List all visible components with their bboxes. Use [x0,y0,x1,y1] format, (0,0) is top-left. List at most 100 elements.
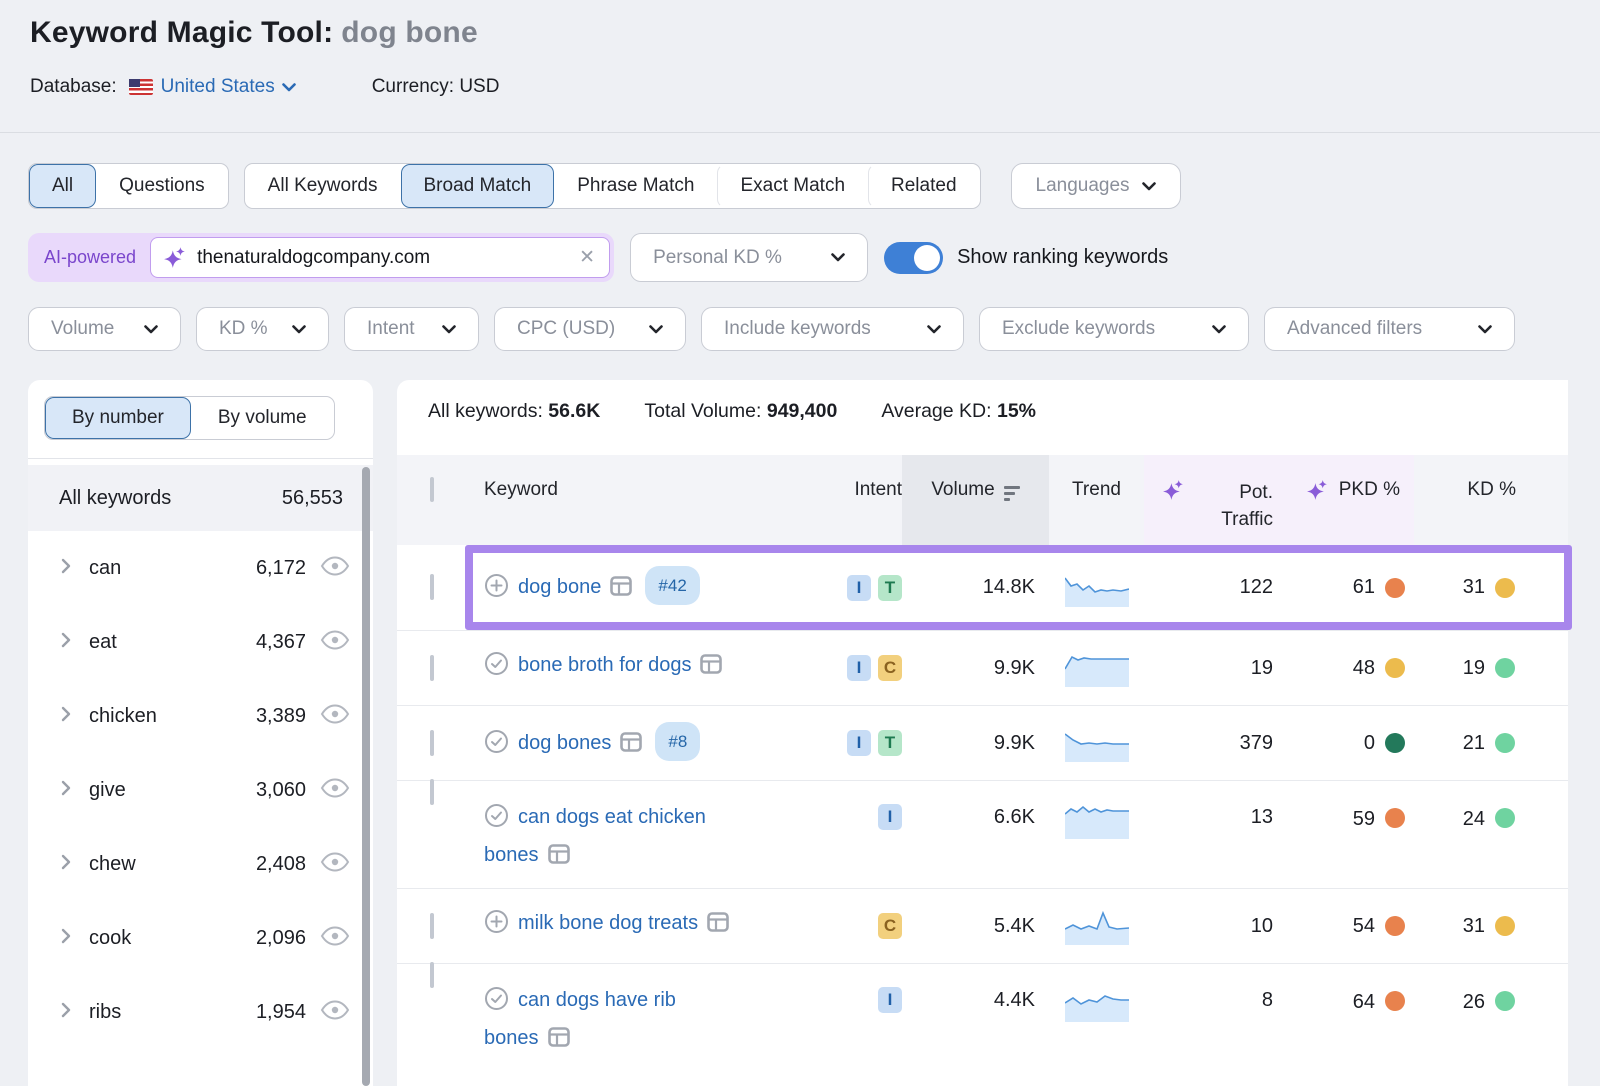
keyword-link[interactable]: can dogs have ribbones [484,989,676,1049]
personal-kd-dropdown[interactable]: Personal KD % [630,233,868,282]
filter-intent[interactable]: Intent [344,307,479,351]
database-selector[interactable]: United States [161,76,296,98]
select-all-checkbox[interactable] [430,477,434,502]
col-trend: Trend [1049,455,1144,545]
sidebar-item-cook[interactable]: cook2,096 [28,901,373,975]
chevron-right-icon[interactable] [60,1001,72,1024]
chevron-right-icon[interactable] [60,927,72,950]
eye-icon[interactable] [320,926,350,951]
intent-badge-informational: I [847,730,871,756]
check-circle-icon[interactable] [484,986,509,1022]
row-checkbox[interactable] [430,913,434,939]
table-row[interactable]: dog bone#42 IT 14.8K 122 61 31 [397,545,1568,631]
clear-input-icon[interactable]: ✕ [577,246,597,269]
pkd-value: 61 [1353,576,1375,599]
keyword-groups-sidebar: By number By volume All keywords 56,553 … [28,380,373,1086]
volume-value: 14.8K [902,576,1049,599]
serp-features-icon[interactable] [548,842,570,875]
table-row[interactable]: can dogs eat chickenbones I 6.6K 13 59 2… [397,781,1568,889]
tab-broad-match[interactable]: Broad Match [401,164,555,208]
domain-input-box[interactable]: ✕ [150,237,610,278]
chevron-right-icon[interactable] [60,557,72,580]
ai-powered-container: AI-powered ✕ [28,233,614,282]
chevron-right-icon[interactable] [60,631,72,654]
pot-traffic-value: 19 [1144,657,1279,680]
row-checkbox[interactable] [430,655,434,681]
row-checkbox[interactable] [430,962,434,988]
plus-circle-icon[interactable] [484,573,509,609]
check-circle-icon[interactable] [484,729,509,765]
sidebar-item-eat[interactable]: eat4,367 [28,605,373,679]
check-circle-icon[interactable] [484,803,509,839]
group-label: can [89,557,121,580]
filter-cpc[interactable]: CPC (USD) [494,307,686,351]
eye-icon[interactable] [320,1000,350,1025]
tab-questions[interactable]: Questions [96,164,228,208]
row-checkbox[interactable] [430,730,434,756]
tab-phrase-match[interactable]: Phrase Match [554,164,717,208]
serp-features-icon[interactable] [620,730,642,763]
intent-badge-informational: I [847,655,871,681]
sidebar-item-give[interactable]: give3,060 [28,753,373,827]
col-pkd: PKD % [1279,455,1414,545]
sidebar-scrollbar[interactable] [362,467,370,1086]
show-ranking-keywords-toggle[interactable] [884,242,943,274]
keyword-link[interactable]: milk bone dog treats [518,912,698,934]
sidebar-all-keywords[interactable]: All keywords 56,553 [28,465,373,531]
serp-features-icon[interactable] [700,652,722,685]
chevron-right-icon[interactable] [60,853,72,876]
sidebar-item-ribs[interactable]: ribs1,954 [28,975,373,1049]
keyword-link[interactable]: dog bone [518,576,601,598]
table-row[interactable]: bone broth for dogs IC 9.9K 19 48 19 [397,631,1568,706]
filter-kd[interactable]: KD % [196,307,329,351]
pkd-value: 48 [1353,657,1375,680]
filter-exclude-keywords[interactable]: Exclude keywords [979,307,1249,351]
col-pkd-label: PKD % [1339,479,1400,545]
row-checkbox[interactable] [430,779,434,805]
group-count: 2,408 [256,853,306,876]
tab-by-number[interactable]: By number [45,397,191,439]
eye-icon[interactable] [320,852,350,877]
pot-traffic-value: 379 [1144,732,1279,755]
serp-features-icon[interactable] [548,1025,570,1058]
table-row[interactable]: milk bone dog treats C 5.4K 10 54 31 [397,889,1568,964]
table-row[interactable]: can dogs have ribbones I 4.4K 8 64 26 [397,964,1568,1086]
col-volume[interactable]: Volume [902,455,1049,545]
languages-dropdown[interactable]: Languages [1011,163,1181,209]
chevron-right-icon[interactable] [60,705,72,728]
keyword-link[interactable]: dog bones [518,732,611,754]
serp-features-icon[interactable] [707,910,729,943]
eye-icon[interactable] [320,704,350,729]
group-label: eat [89,631,117,654]
table-row[interactable]: dog bones#8 IT 9.9K 379 0 21 [397,706,1568,781]
domain-input[interactable] [197,247,577,269]
chevron-down-icon [292,325,306,334]
tab-all-keywords[interactable]: All Keywords [245,164,401,208]
keyword-link[interactable]: can dogs eat chickenbones [484,806,706,866]
tab-exact-match[interactable]: Exact Match [717,164,868,208]
filter-volume[interactable]: Volume [28,307,181,351]
eye-icon[interactable] [320,630,350,655]
chevron-right-icon[interactable] [60,779,72,802]
check-circle-icon[interactable] [484,651,509,687]
sparkle-icon [1162,479,1185,502]
volume-value: 9.9K [902,732,1049,755]
row-checkbox[interactable] [430,574,434,600]
sidebar-item-can[interactable]: can6,172 [28,531,373,605]
sidebar-item-chicken[interactable]: chicken3,389 [28,679,373,753]
keyword-link[interactable]: bone broth for dogs [518,654,691,676]
eye-icon[interactable] [320,556,350,581]
filter-include-keywords[interactable]: Include keywords [701,307,964,351]
tab-related[interactable]: Related [868,164,980,208]
serp-features-icon[interactable] [610,574,632,607]
filter-advanced[interactable]: Advanced filters [1264,307,1515,351]
chevron-down-icon [144,325,158,334]
plus-circle-icon[interactable] [484,909,509,945]
tab-all[interactable]: All [29,164,96,208]
tab-by-volume[interactable]: By volume [191,397,334,439]
sidebar-item-chew[interactable]: chew2,408 [28,827,373,901]
eye-icon[interactable] [320,778,350,803]
intent-badge-informational: I [878,987,902,1013]
intent-badge-informational: I [878,804,902,830]
kd-dot [1495,733,1515,753]
